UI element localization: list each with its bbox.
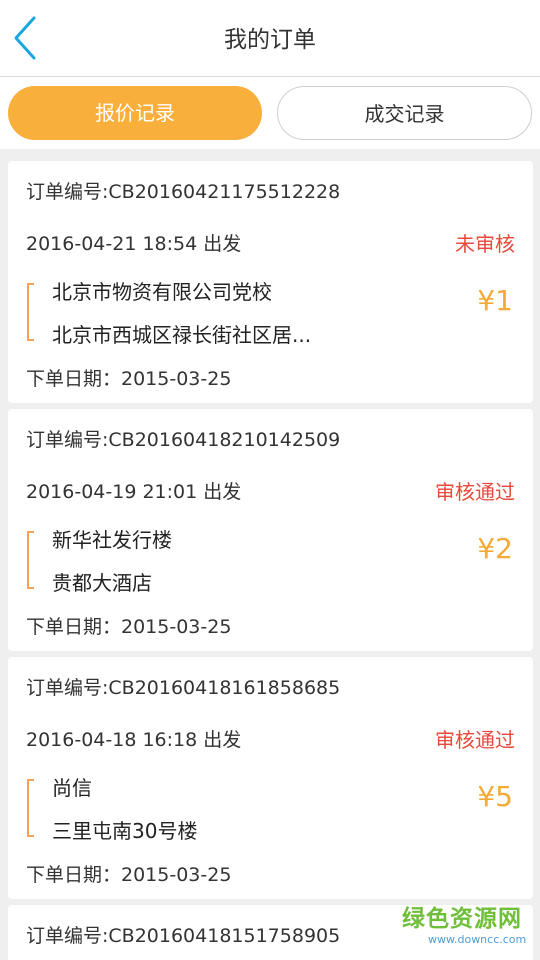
order-card[interactable]: 订单编号:CB20160418210142509 2016-04-19 21:0… — [8, 409, 533, 651]
order-card[interactable]: 订单编号:CB20160418161858685 2016-04-18 16:1… — [8, 657, 533, 899]
watermark-url: www.downcc.com — [428, 933, 527, 946]
origin-address: 北京市物资有限公司党校 — [52, 280, 272, 304]
destination-address: 三里屯南30号楼 — [52, 819, 198, 843]
order-card[interactable]: 订单编号:CB20160421175512228 2016-04-21 18:5… — [8, 161, 533, 403]
destination-address: 北京市西城区禄长街社区居... — [52, 323, 312, 347]
status-badge: 未审核 — [455, 232, 515, 256]
page-title: 我的订单 — [224, 27, 316, 53]
price: ¥2 — [477, 532, 513, 565]
tab-deal-records[interactable]: 成交记录 — [277, 86, 532, 140]
price: ¥5 — [477, 780, 513, 813]
order-date: 下单日期：2015-03-25 — [26, 864, 232, 886]
status-badge: 审核通过 — [435, 728, 515, 752]
origin-address: 尚信 — [52, 776, 92, 800]
destination-address: 贵都大酒店 — [52, 571, 152, 595]
origin-address: 新华社发行楼 — [52, 528, 172, 552]
watermark-logo: 绿色资源网 www.downcc.com — [402, 906, 527, 952]
order-number: 订单编号:CB20160421175512228 — [26, 181, 341, 203]
watermark-name: 绿色资源网 — [402, 906, 522, 932]
route-line-icon — [27, 283, 34, 341]
tab-quote-records[interactable]: 报价记录 — [8, 86, 262, 140]
tab-bar: 报价记录 成交记录 — [0, 77, 540, 149]
status-badge: 审核通过 — [435, 480, 515, 504]
departure-time: 2016-04-18 16:18 出发 — [26, 729, 242, 751]
price: ¥1 — [477, 284, 513, 317]
order-date: 下单日期：2015-03-25 — [26, 368, 232, 390]
route-line-icon — [27, 531, 34, 589]
order-number: 订单编号:CB20160418151758905 — [26, 925, 341, 947]
departure-time: 2016-04-19 21:01 出发 — [26, 481, 242, 503]
order-date: 下单日期：2015-03-25 — [26, 616, 232, 638]
departure-time: 2016-04-21 18:54 出发 — [26, 233, 242, 255]
order-number: 订单编号:CB20160418210142509 — [26, 429, 341, 451]
app-header: 我的订单 — [0, 0, 540, 77]
route-line-icon — [27, 779, 34, 837]
order-number: 订单编号:CB20160418161858685 — [26, 677, 341, 699]
